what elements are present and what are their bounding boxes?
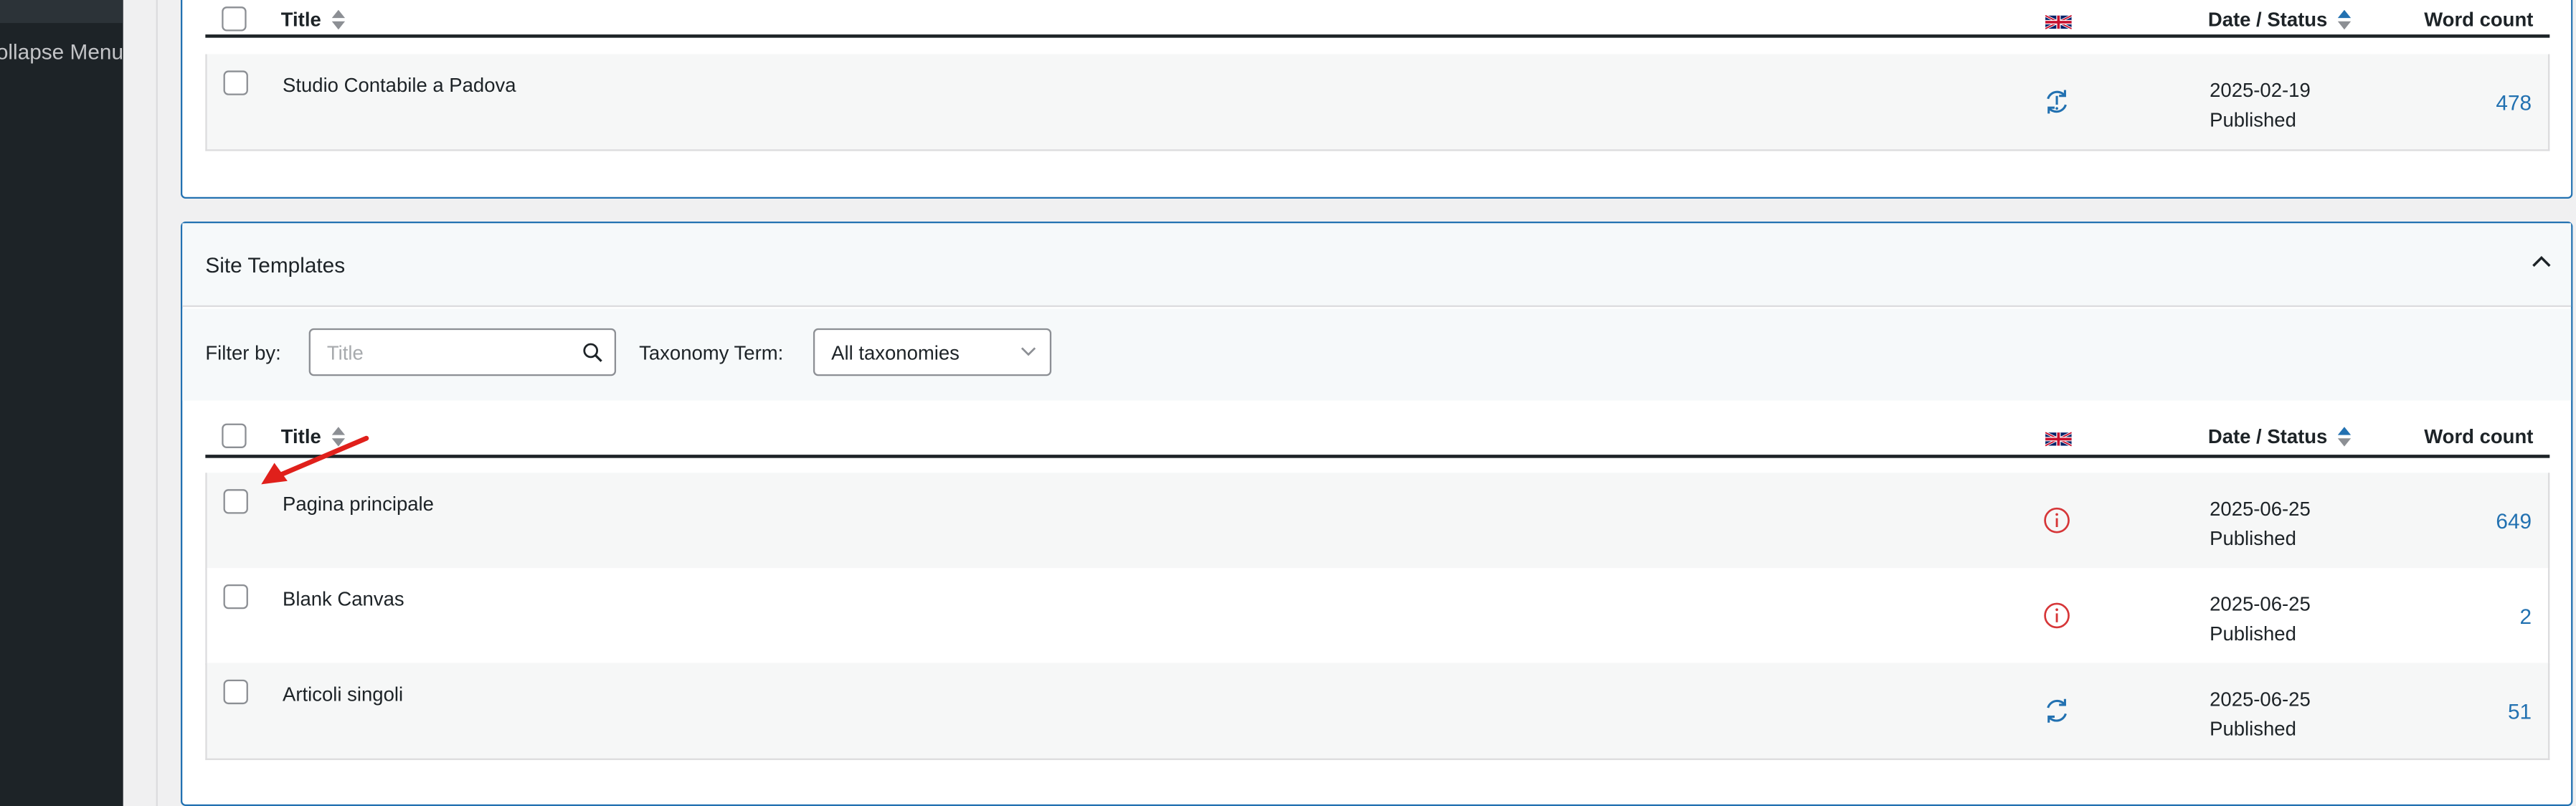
sort-icon[interactable] [2337, 9, 2352, 30]
row-checkbox[interactable] [223, 679, 248, 705]
filter-bar: Filter by: Title Taxonomy Term: All taxo… [182, 308, 2572, 401]
row-word-count[interactable]: 478 [2496, 90, 2532, 115]
row-date-status: 2025-06-25 Published [2210, 494, 2311, 553]
row-date-status: 2025-06-25 Published [2210, 685, 2311, 744]
annotation-arrow-icon [261, 435, 369, 485]
row-word-count[interactable]: 51 [2508, 699, 2532, 724]
filter-label: Filter by: [205, 341, 281, 365]
sync-icon[interactable] [2042, 87, 2071, 116]
column-header-title[interactable]: Title [281, 8, 321, 31]
row-status: Published [2210, 108, 2296, 132]
panel-title: Site Templates [205, 252, 346, 278]
search-placeholder: Title [326, 341, 364, 365]
panel-header[interactable]: Site Templates [182, 223, 2572, 308]
select-all-checkbox[interactable] [222, 6, 247, 32]
taxonomy-select[interactable]: All taxonomies [813, 328, 1052, 376]
row-date: 2025-02-19 [2210, 78, 2311, 102]
taxonomy-label: Taxonomy Term: [639, 341, 784, 365]
table-row: Studio Contabile a Padova 2025-02-19 Pub… [205, 54, 2550, 151]
row-title[interactable]: Articoli singoli [283, 683, 403, 706]
sidebar-top-item[interactable] [0, 0, 123, 24]
row-date-status: 2025-02-19 Published [2210, 75, 2311, 134]
row-checkbox[interactable] [223, 584, 248, 610]
row-title[interactable]: Pagina principale [283, 493, 434, 516]
column-header-word-count: Word count [2424, 8, 2534, 32]
title-search-input[interactable]: Title [308, 328, 617, 376]
table-row: Blank Canvas 2025-06-25 Published 2 [205, 568, 2550, 665]
row-title[interactable]: Blank Canvas [283, 588, 404, 611]
row-status: Published [2210, 717, 2296, 741]
row-date: 2025-06-25 [2210, 592, 2311, 616]
select-all-checkbox[interactable] [222, 423, 247, 448]
content-panel-previous: Title Date / Status Word count Studio Co… [180, 0, 2573, 199]
taxonomy-selected-value: All taxonomies [831, 341, 960, 365]
info-icon[interactable] [2042, 506, 2071, 535]
row-checkbox[interactable] [223, 489, 248, 514]
column-header-date-status[interactable]: Date / Status [2208, 8, 2328, 31]
sync-icon[interactable] [2042, 696, 2071, 726]
row-date: 2025-06-25 [2210, 688, 2311, 711]
uk-flag-icon [2045, 431, 2072, 447]
row-status: Published [2210, 526, 2296, 550]
column-header-date-status[interactable]: Date / Status [2208, 425, 2328, 448]
chevron-down-icon [1021, 347, 1036, 356]
column-header-word-count: Word count [2424, 425, 2534, 448]
chevron-up-icon[interactable] [2532, 255, 2551, 267]
search-icon[interactable] [582, 341, 603, 363]
row-status: Published [2210, 622, 2296, 645]
row-checkbox[interactable] [223, 70, 248, 95]
table-row: Pagina principale 2025-06-25 Published 6… [205, 473, 2550, 570]
sort-icon[interactable] [331, 9, 346, 30]
info-icon[interactable] [2042, 601, 2071, 630]
table-header-row: Title Date / Status Word count [205, 404, 2550, 458]
table-row: Articoli singoli 2025-06-25 Published 51 [205, 663, 2550, 760]
row-date-status: 2025-06-25 Published [2210, 589, 2311, 648]
uk-flag-icon [2045, 14, 2072, 30]
site-templates-panel: Site Templates Filter by: Title Taxonomy… [180, 222, 2573, 806]
table-header-row: Title Date / Status Word count [205, 0, 2550, 38]
collapse-menu-button[interactable]: Collapse Menu [0, 39, 123, 64]
row-word-count[interactable]: 2 [2520, 604, 2532, 628]
sort-icon[interactable] [2337, 427, 2352, 447]
row-word-count[interactable]: 649 [2496, 509, 2532, 534]
row-date: 2025-06-25 [2210, 497, 2311, 521]
content-divider [156, 0, 158, 806]
collapse-menu-label: Collapse Menu [0, 39, 123, 65]
admin-sidebar: Collapse Menu [0, 0, 123, 806]
row-title[interactable]: Studio Contabile a Padova [283, 74, 516, 97]
